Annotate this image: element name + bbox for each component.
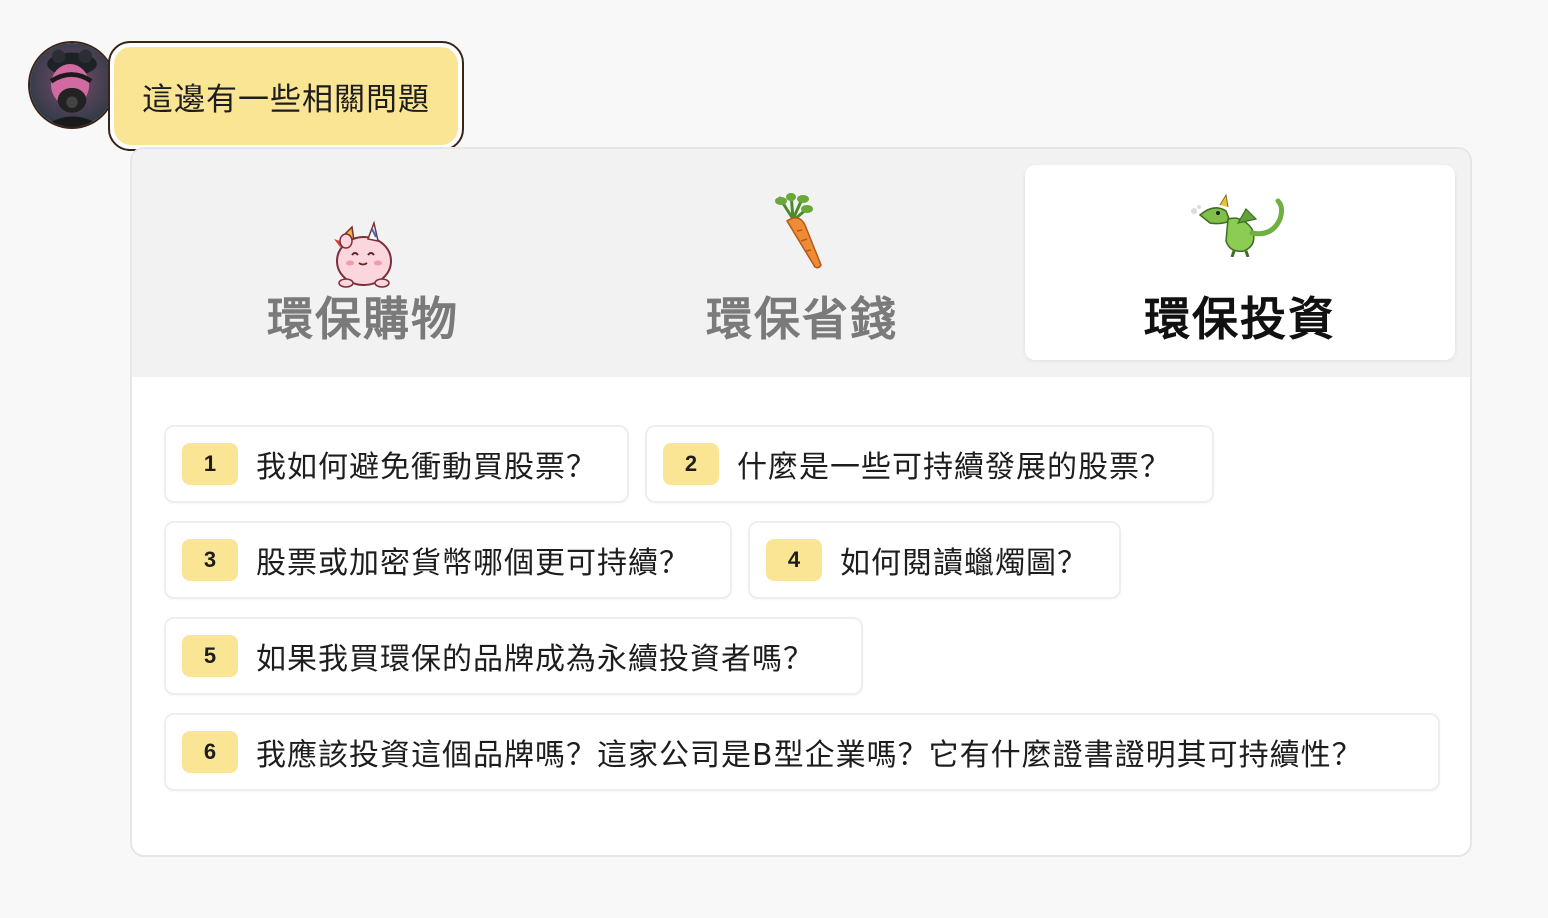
- question-chip-2[interactable]: 2 什麼是一些可持續發展的股票？: [645, 425, 1214, 503]
- tab-label: 環保省錢: [706, 292, 898, 346]
- avatar: [28, 41, 116, 129]
- question-chip-4[interactable]: 4 如何閱讀蠟燭圖？: [748, 521, 1121, 599]
- question-text: 什麼是一些可持續發展的股票？: [737, 450, 1171, 485]
- question-number-badge: 5: [182, 635, 238, 677]
- tab-label: 環保投資: [1144, 292, 1336, 346]
- question-text: 我如何避免衝動買股票？: [256, 450, 597, 485]
- chat-suggestion-panel: 這邊有一些相關問題 環保購物 環保省錢 環保投資 1 我如何避免衝動買股票？ 2…: [0, 0, 1548, 918]
- question-number-badge: 6: [182, 731, 238, 773]
- question-text: 股票或加密貨幣哪個更可持續？: [256, 546, 690, 581]
- tab-label: 環保購物: [267, 292, 459, 346]
- tab-eco-investing[interactable]: 環保投資: [1025, 165, 1455, 360]
- question-chip-3[interactable]: 3 股票或加密貨幣哪個更可持續？: [164, 521, 732, 599]
- pink-unicorn-pig-icon: [334, 220, 392, 288]
- question-text: 如果我買環保的品牌成為永續投資者嗎？: [256, 642, 814, 677]
- related-questions-card: 環保購物 環保省錢 環保投資 1 我如何避免衝動買股票？ 2 什麼是一些可持續發…: [130, 147, 1472, 857]
- question-number-badge: 4: [766, 539, 822, 581]
- question-text: 如何閱讀蠟燭圖？: [840, 546, 1088, 581]
- question-text: 我應該投資這個品牌嗎？這家公司是B型企業嗎？它有什麼證書證明其可持續性？: [256, 738, 1363, 773]
- message-bubble: 這邊有一些相關問題: [108, 41, 464, 151]
- gas-mask-avatar-icon: [30, 43, 114, 127]
- question-chip-5[interactable]: 5 如果我買環保的品牌成為永續投資者嗎？: [164, 617, 863, 695]
- tab-eco-saving[interactable]: 環保省錢: [587, 165, 1017, 360]
- tab-eco-shopping[interactable]: 環保購物: [148, 165, 578, 360]
- question-chip-6[interactable]: 6 我應該投資這個品牌嗎？這家公司是B型企業嗎？它有什麼證書證明其可持續性？: [164, 713, 1440, 791]
- carrot-icon: [775, 193, 822, 269]
- question-number-badge: 1: [182, 443, 238, 485]
- question-chip-1[interactable]: 1 我如何避免衝動買股票？: [164, 425, 629, 503]
- green-dragon-icon: [1191, 193, 1285, 257]
- question-number-badge: 2: [663, 443, 719, 485]
- message-text: 這邊有一些相關問題: [114, 47, 458, 145]
- question-number-badge: 3: [182, 539, 238, 581]
- category-tab-bar: 環保購物 環保省錢 環保投資: [132, 149, 1470, 377]
